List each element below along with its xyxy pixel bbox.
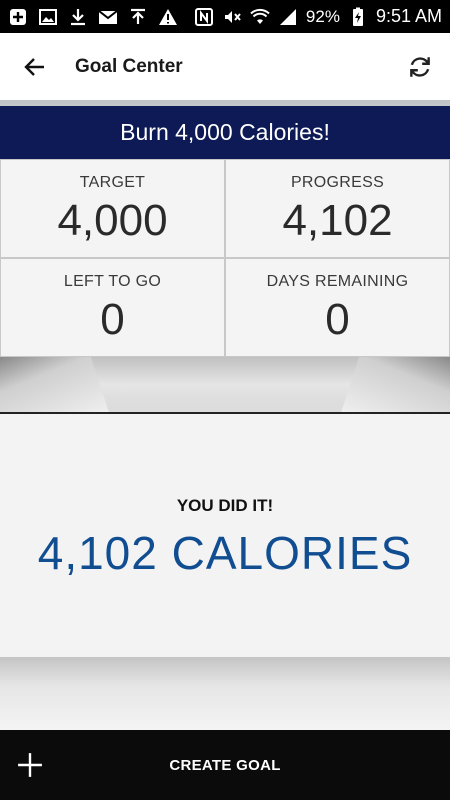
signal-icon xyxy=(279,8,296,25)
add-goal-button[interactable] xyxy=(0,730,60,800)
status-bar: 92% 9:51 AM xyxy=(0,0,450,33)
refresh-icon xyxy=(410,56,430,77)
add-box-icon xyxy=(10,8,26,25)
stat-label: TARGET xyxy=(79,174,146,191)
app-bar: Goal Center xyxy=(0,33,450,100)
stat-progress: PROGRESS 4,102 xyxy=(225,159,450,258)
clock: 9:51 AM xyxy=(375,6,442,26)
goal-stats-grid: TARGET 4,000 PROGRESS 4,102 LEFT TO GO 0… xyxy=(0,159,450,357)
stat-label: LEFT TO GO xyxy=(63,273,162,290)
arrow-left-icon xyxy=(24,57,44,76)
stat-value: 0 xyxy=(325,295,350,344)
refresh-button[interactable] xyxy=(390,33,450,100)
bottom-action-bar: CREATE GOAL xyxy=(0,730,450,800)
stat-label: DAYS REMAINING xyxy=(266,273,409,290)
goal-title-banner: Burn 4,000 Calories! xyxy=(0,106,450,159)
create-goal-button[interactable]: CREATE GOAL xyxy=(0,757,450,774)
battery-charging-icon xyxy=(352,7,363,26)
goal-result-panel: YOU DID IT! 4,102 CALORIES xyxy=(0,412,450,657)
page-title: Goal Center xyxy=(75,55,183,77)
stat-target: TARGET 4,000 xyxy=(0,159,225,258)
background-rail-left xyxy=(0,356,110,414)
battery-percent: 92% xyxy=(305,6,340,26)
download-icon xyxy=(71,8,85,25)
plus-icon xyxy=(18,753,42,777)
background-floor xyxy=(0,657,450,730)
stat-label: PROGRESS xyxy=(290,174,385,191)
upload-icon xyxy=(131,8,145,24)
mute-icon xyxy=(224,10,241,23)
stat-value: 4,000 xyxy=(57,196,168,245)
stat-days-remaining: DAYS REMAINING 0 xyxy=(225,258,450,357)
image-icon xyxy=(39,8,57,25)
stat-value: 0 xyxy=(100,295,125,344)
nfc-icon xyxy=(194,7,213,26)
system-status: 92% 9:51 AM xyxy=(194,6,442,27)
wifi-icon xyxy=(250,8,270,24)
stat-left-to-go: LEFT TO GO 0 xyxy=(0,258,225,357)
result-heading: YOU DID IT! xyxy=(176,496,274,515)
notification-icons xyxy=(8,7,178,27)
background-rail-right xyxy=(340,356,450,414)
result-value: 4,102 CALORIES xyxy=(37,527,413,579)
stat-value: 4,102 xyxy=(282,196,393,245)
gmail-icon xyxy=(98,9,118,24)
back-button[interactable] xyxy=(0,33,70,100)
warning-icon xyxy=(159,8,177,25)
